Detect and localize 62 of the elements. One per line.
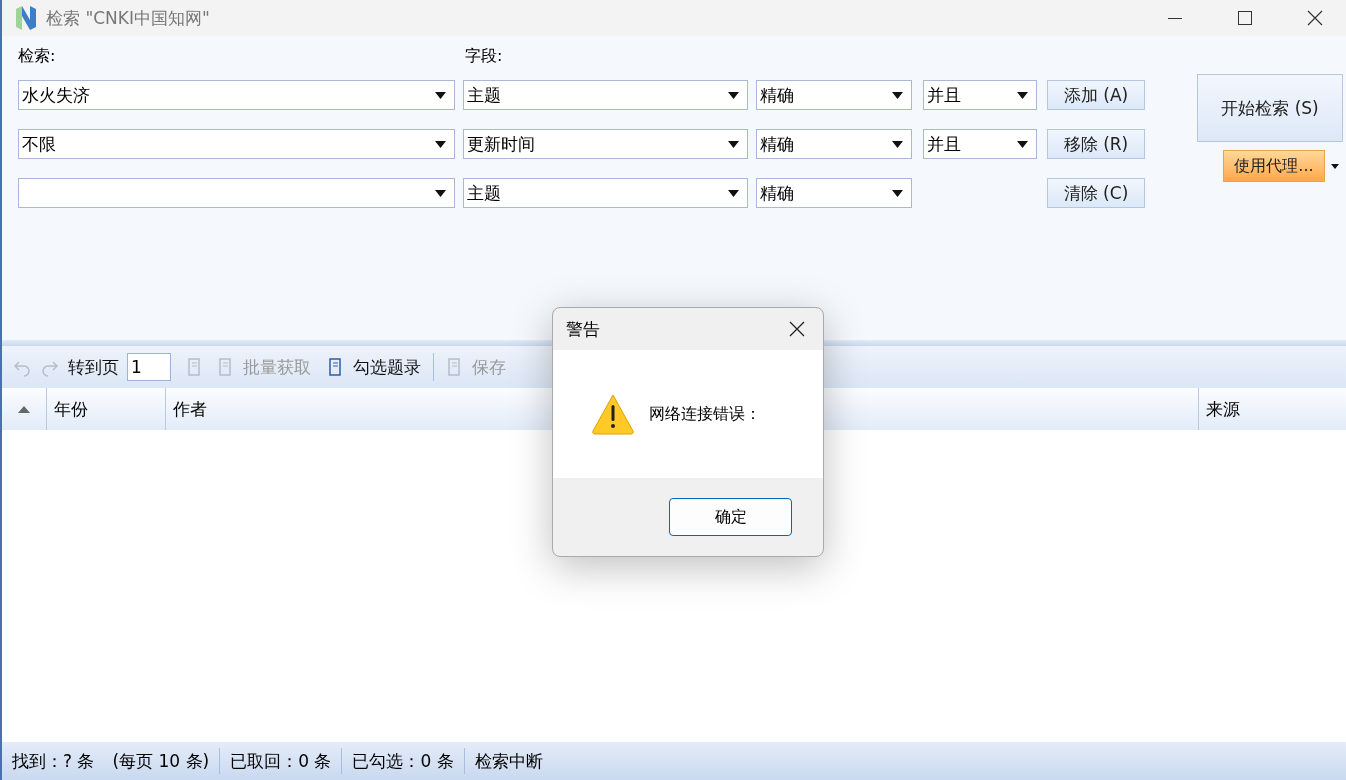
window-title: 检索 "CNKI中国知网" (46, 6, 211, 30)
dropdown-caret-icon[interactable] (1017, 91, 1028, 99)
query-label: 检索: (18, 45, 56, 65)
field-select[interactable]: 主题 (463, 80, 748, 110)
column-header[interactable]: 作者 (173, 397, 207, 421)
app-logo-icon (14, 5, 38, 31)
dropdown-caret-icon[interactable] (892, 189, 903, 197)
query-field[interactable]: 水火失济 (18, 80, 455, 110)
sort-arrow-icon[interactable] (18, 405, 30, 413)
dropdown-caret-icon[interactable] (728, 140, 739, 148)
status-text: 已勾选：0 条 (352, 749, 454, 773)
query-field[interactable]: 不限 (18, 129, 455, 159)
field-select[interactable]: 更新时间 (463, 129, 748, 159)
action-button[interactable]: 清除 (C) (1047, 178, 1145, 208)
dropdown-caret-icon[interactable] (435, 140, 446, 148)
start-search-button[interactable]: 开始检索 (S) (1197, 74, 1343, 142)
combo-value: 精确 (760, 181, 795, 205)
combo-value: 水火失济 (22, 83, 91, 107)
combo-value: 主题 (467, 181, 502, 205)
dropdown-caret-icon[interactable] (435, 189, 446, 197)
dropdown-caret-icon[interactable] (728, 91, 739, 99)
page-input[interactable]: 1 (127, 353, 171, 381)
field-label: 字段: (465, 45, 503, 67)
query-field[interactable] (18, 178, 455, 208)
combo-value: 精确 (760, 83, 795, 107)
close-icon (1307, 10, 1323, 26)
status-text: 已取回：0 条 (230, 749, 332, 773)
action-button[interactable]: 添加 (A) (1047, 80, 1145, 110)
combo-value: 不限 (22, 132, 57, 156)
dialog-title: 警告 (566, 317, 601, 341)
dropdown-caret-icon[interactable] (435, 91, 446, 99)
dropdown-caret-icon[interactable] (892, 140, 903, 148)
dropdown-caret-icon[interactable] (892, 91, 903, 99)
combo-value: 更新时间 (467, 132, 536, 156)
toolbar-button[interactable]: 勾选题录 (323, 355, 425, 379)
close-icon (789, 321, 805, 337)
combo-value: 主题 (467, 83, 502, 107)
proxy-button[interactable]: 使用代理... (1223, 150, 1325, 182)
combo-value: 精确 (760, 132, 795, 156)
status-text: 找到：? 条 (12, 749, 95, 773)
minimize-icon (1168, 17, 1182, 19)
ok-button[interactable]: 确定 (669, 498, 792, 536)
match-select[interactable]: 精确 (756, 129, 912, 159)
action-button[interactable]: 移除 (R) (1047, 129, 1145, 159)
logic-select[interactable]: 并且 (923, 80, 1037, 110)
dropdown-caret-icon[interactable] (1331, 163, 1339, 169)
dropdown-caret-icon[interactable] (728, 189, 739, 197)
column-header[interactable]: 来源 (1206, 397, 1240, 421)
logic-select[interactable]: 并且 (923, 129, 1037, 159)
match-select[interactable]: 精确 (756, 80, 912, 110)
combo-value: 并且 (927, 83, 962, 107)
dropdown-caret-icon[interactable] (1017, 140, 1028, 148)
dialog-message: 网络连接错误： (649, 403, 761, 425)
status-text: 检索中断 (474, 749, 543, 773)
warning-icon (591, 393, 635, 435)
match-select[interactable]: 精确 (756, 178, 912, 208)
field-select[interactable]: 主题 (463, 178, 748, 208)
status-text: (每页 10 条) (112, 749, 210, 773)
goto-page-label: 转到页 (68, 355, 119, 379)
column-header[interactable]: 年份 (54, 397, 88, 421)
maximize-icon (1238, 11, 1252, 25)
combo-value: 并且 (927, 132, 962, 156)
